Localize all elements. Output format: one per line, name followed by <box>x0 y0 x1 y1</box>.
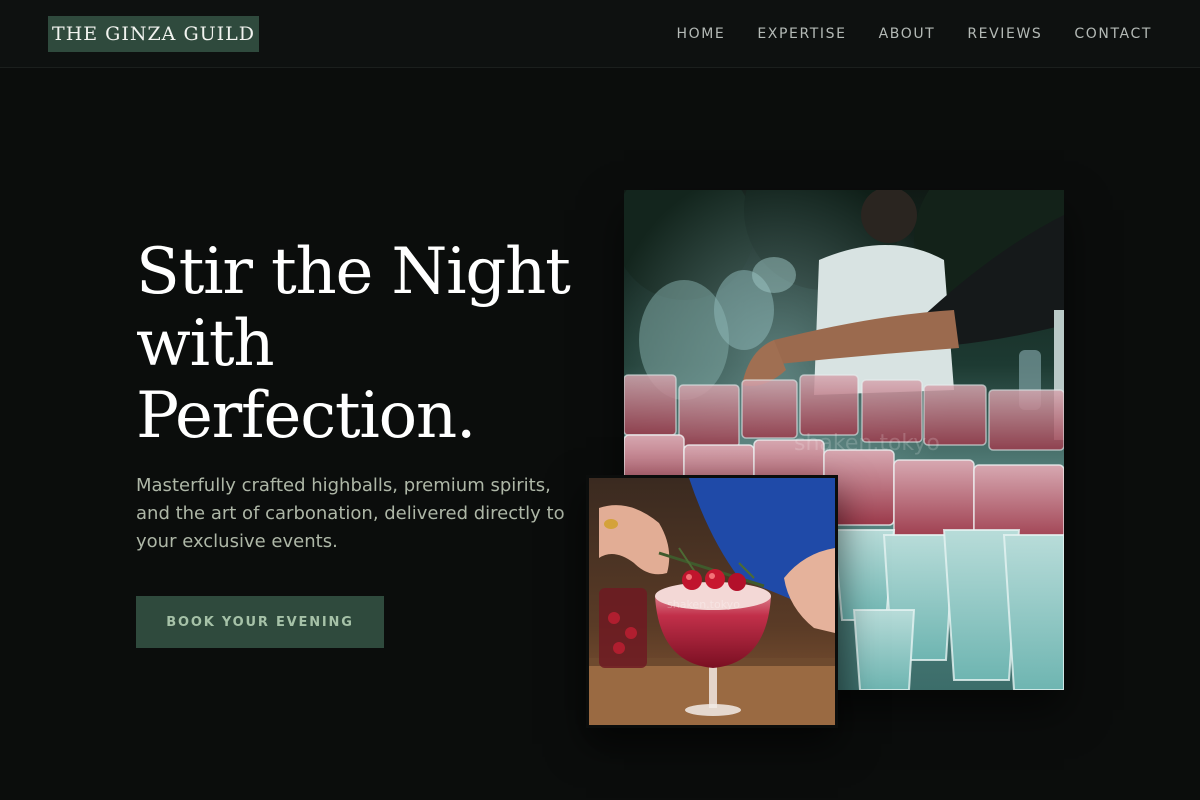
hero-headline-line: with <box>136 307 275 381</box>
watermark-text: shaken.tokyo <box>794 431 940 456</box>
hero-headline-line: Perfection. <box>136 379 476 453</box>
cocktail-photo: shaken.tokyo <box>586 475 838 728</box>
cocktail-photo-image: shaken.tokyo <box>589 478 835 725</box>
site-header: THE GINZA GUILD HOME EXPERTISE ABOUT REV… <box>0 0 1200 68</box>
nav-home[interactable]: HOME <box>676 26 725 42</box>
hero-headline: Stir the Night with Perfection. <box>136 236 606 452</box>
nav-about[interactable]: ABOUT <box>879 26 936 42</box>
nav-expertise[interactable]: EXPERTISE <box>757 26 846 42</box>
watermark-text: shaken.tokyo <box>667 598 740 611</box>
site-logo[interactable]: THE GINZA GUILD <box>48 16 259 52</box>
hero-subtext: Masterfully crafted highballs, premium s… <box>136 475 565 552</box>
main-nav: HOME EXPERTISE ABOUT REVIEWS CONTACT <box>676 0 1152 68</box>
nav-contact[interactable]: CONTACT <box>1074 26 1152 42</box>
nav-reviews[interactable]: REVIEWS <box>967 26 1042 42</box>
hero-headline-line: Stir the Night <box>136 235 571 309</box>
book-evening-button[interactable]: BOOK YOUR EVENING <box>136 596 384 648</box>
